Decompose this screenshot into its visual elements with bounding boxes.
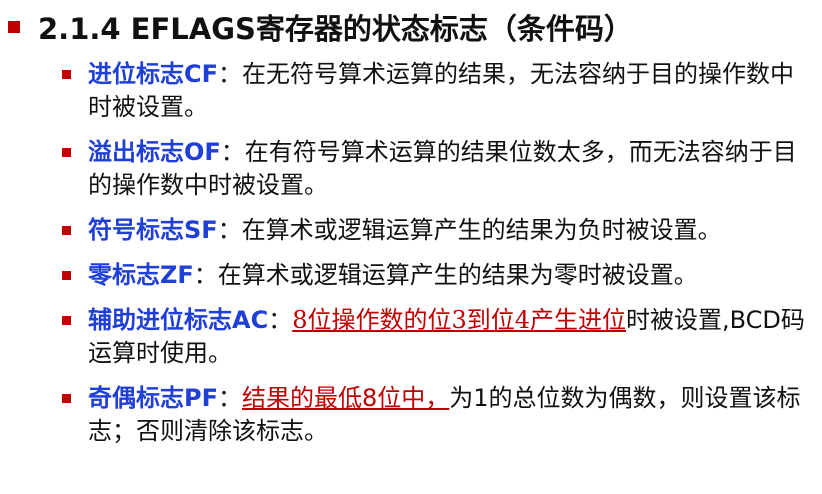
title-row: 2.1.4 EFLAGS寄存器的状态标志（条件码）	[8, 6, 633, 48]
list-item-of: 溢出标志OF：在有符号算术运算的结果位数太多，而无法容纳于目的操作数中时被设置。	[62, 136, 807, 202]
list-item-pf: 奇偶标志PF：结果的最低8位中，为1的总位数为偶数，则设置该标志；否则清除该标志…	[62, 382, 807, 448]
title-bullet-icon	[8, 21, 20, 33]
highlight-text: 结果的最低8位中，	[241, 384, 450, 412]
separator: ：	[193, 261, 218, 289]
separator: ：	[217, 216, 242, 244]
square-bullet-icon	[62, 226, 71, 235]
square-bullet-icon	[62, 70, 71, 79]
separator: ：	[217, 384, 242, 412]
list-item-ac: 辅助进位标志AC：8位操作数的位3到位4产生进位时被设置,BCD码运算时使用。	[62, 304, 807, 370]
flag-label: 进位标志CF	[88, 60, 219, 88]
flag-label: 辅助进位标志AC	[88, 306, 269, 334]
square-bullet-icon	[62, 394, 71, 403]
flag-label: 符号标志SF	[88, 216, 218, 244]
flag-label: 溢出标志OF	[88, 138, 221, 166]
list-item-zf: 零标志ZF：在算术或逻辑运算产生的结果为零时被设置。	[62, 259, 807, 292]
flag-description: 在算术或逻辑运算产生的结果为负时被设置。	[241, 216, 722, 244]
highlight-text: 8位操作数的位3到位4产生进位	[292, 306, 626, 334]
flag-description: 在算术或逻辑运算产生的结果为零时被设置。	[217, 261, 698, 289]
square-bullet-icon	[62, 148, 71, 157]
list-item-cf: 进位标志CF：在无符号算术运算的结果，无法容纳于目的操作数中时被设置。	[62, 58, 807, 124]
square-bullet-icon	[62, 271, 71, 280]
separator: ：	[268, 306, 293, 334]
separator: ：	[218, 60, 243, 88]
list-item-sf: 符号标志SF：在算术或逻辑运算产生的结果为负时被设置。	[62, 214, 807, 247]
separator: ：	[220, 138, 245, 166]
flag-list: 进位标志CF：在无符号算术运算的结果，无法容纳于目的操作数中时被设置。 溢出标志…	[62, 58, 807, 460]
slide: 2.1.4 EFLAGS寄存器的状态标志（条件码） 进位标志CF：在无符号算术运…	[0, 0, 822, 494]
square-bullet-icon	[62, 316, 71, 325]
page-title: 2.1.4 EFLAGS寄存器的状态标志（条件码）	[38, 12, 633, 46]
flag-label: 零标志ZF	[88, 261, 194, 289]
flag-label: 奇偶标志PF	[88, 384, 218, 412]
